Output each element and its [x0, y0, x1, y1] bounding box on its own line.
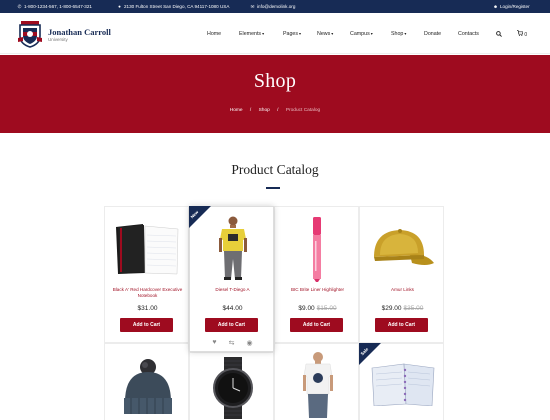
product-name-link[interactable]: Diesel T-Diego A — [194, 287, 271, 293]
mail-icon: ✉ — [250, 3, 255, 9]
smartwatch-image[interactable] — [206, 357, 260, 419]
cart-icon — [517, 30, 524, 36]
breadcrumb-separator: / — [277, 108, 279, 113]
section-title: Product Catalog — [231, 162, 319, 177]
email-info[interactable]: ✉ info@demolink.org — [250, 3, 296, 9]
university-crest-logo[interactable] — [17, 20, 43, 48]
new-badge: New — [189, 206, 211, 228]
brand-subtitle: University — [48, 37, 68, 42]
chevron-down-icon: ▾ — [370, 31, 373, 36]
compare-arrows-icon[interactable]: ⇆ — [229, 339, 235, 347]
nav-news-label: News — [317, 31, 331, 37]
price-current: $31.00 — [137, 305, 158, 312]
product-card[interactable] — [274, 343, 359, 420]
cart-button[interactable]: 0 — [517, 30, 527, 38]
price-current: $9.00 — [298, 305, 315, 312]
product-card[interactable]: Amur Links $29.00 $35.00 Add to Cart — [359, 206, 444, 343]
price-current: $44.00 — [222, 305, 243, 312]
product-name-link[interactable]: Amur Links — [364, 287, 441, 293]
chevron-down-icon: ▾ — [404, 31, 407, 36]
nav-donate-label: Donate — [424, 31, 442, 37]
phone-icon: ✆ — [17, 3, 22, 9]
phone-text: 1-800-1234-567, 1-800-6547-321 — [24, 3, 92, 9]
sale-badge: Sale — [359, 343, 381, 365]
chevron-down-icon: ▾ — [331, 31, 334, 36]
product-card[interactable]: BIC Brite Liner Highlighter $9.00 $15.00 … — [274, 206, 359, 343]
product-card[interactable] — [104, 343, 189, 420]
phone-info: ✆ 1-800-1234-567, 1-800-6547-321 — [17, 4, 92, 9]
email-link[interactable]: info@demolink.org — [257, 4, 295, 9]
nav-news[interactable]: News▾ — [317, 31, 333, 37]
t-shirt-model-image[interactable] — [217, 215, 249, 281]
address-info: ● 2130 Fulton Street San Diego, CA 94117… — [117, 4, 229, 9]
product-grid: Black A' Red Hardcover Executive Noteboo… — [104, 206, 444, 420]
address-text: 2130 Fulton Street San Diego, CA 94117-1… — [124, 3, 230, 9]
add-to-cart-button[interactable]: Add to Cart — [375, 318, 428, 332]
white-t-shirt-model-image[interactable] — [302, 350, 334, 418]
quick-view-eye-icon[interactable]: ◉ — [246, 339, 252, 347]
highlighter-image[interactable] — [309, 215, 325, 283]
product-name-link[interactable]: Black A' Red Hardcover Executive Noteboo… — [109, 287, 186, 299]
product-price: $9.00 $15.00 — [275, 305, 360, 312]
price-old: $15.00 — [316, 305, 337, 312]
nav-shop-label: Shop — [391, 31, 404, 37]
login-register[interactable]: ☻ Login/Register — [493, 4, 530, 9]
nav-contacts[interactable]: Contacts — [458, 31, 479, 37]
product-actions: ♥ ⇆ ◉ — [190, 339, 275, 347]
breadcrumb: Home / Shop / Product Catalog — [0, 108, 550, 113]
product-card[interactable]: New Diesel T-Diego A $44.00 Add to Cart … — [189, 206, 274, 352]
add-to-cart-button[interactable]: Add to Cart — [290, 318, 343, 332]
chevron-down-icon: ▾ — [299, 31, 302, 36]
price-old: $35.00 — [403, 305, 424, 312]
heart-icon[interactable]: ♥ — [212, 339, 216, 347]
breadcrumb-separator: / — [249, 108, 252, 113]
spiral-notebook-image[interactable] — [370, 362, 436, 406]
product-card[interactable]: Sale — [359, 343, 444, 420]
breadcrumb-home[interactable]: Home — [230, 108, 243, 113]
product-price: $31.00 — [105, 305, 190, 312]
site-header: Jonathan Carroll University Home Element… — [0, 13, 550, 54]
nav-elements-label: Elements — [239, 31, 262, 37]
add-to-cart-button[interactable]: Add to Cart — [205, 318, 258, 332]
product-card[interactable]: Black A' Red Hardcover Executive Noteboo… — [104, 206, 189, 343]
gold-cap-image[interactable] — [370, 225, 436, 273]
add-to-cart-button[interactable]: Add to Cart — [120, 318, 173, 332]
beanie-hat-image[interactable] — [119, 358, 177, 418]
nav-pages-label: Pages — [283, 31, 299, 37]
nav-donate[interactable]: Donate — [424, 31, 441, 37]
breadcrumb-current: Product Catalog — [285, 108, 321, 113]
nav-campus[interactable]: Campus▾ — [350, 31, 373, 37]
nav-shop[interactable]: Shop▾ — [391, 31, 406, 37]
page-title: Shop — [253, 70, 297, 92]
price-current: $29.00 — [381, 305, 402, 312]
breadcrumb-shop[interactable]: Shop — [259, 108, 270, 113]
page-banner: Shop Home / Shop / Product Catalog — [0, 55, 550, 133]
location-pin-icon: ● — [118, 3, 121, 9]
login-link[interactable]: Login/Register — [500, 4, 530, 9]
top-bar: ✆ 1-800-1234-567, 1-800-6547-321 ● 2130 … — [0, 0, 550, 13]
product-card[interactable] — [189, 352, 274, 420]
product-price: $44.00 — [190, 305, 275, 312]
brand-name[interactable]: Jonathan Carroll — [48, 27, 111, 37]
chevron-down-icon: ▾ — [262, 31, 265, 36]
product-name-link[interactable]: BIC Brite Liner Highlighter — [279, 287, 356, 293]
product-price: $29.00 $35.00 — [360, 305, 445, 312]
nav-home-label: Home — [207, 31, 222, 37]
notebook-image[interactable] — [115, 223, 181, 275]
search-icon[interactable] — [496, 31, 502, 37]
nav-home[interactable]: Home — [207, 31, 221, 37]
user-icon: ☻ — [493, 3, 498, 9]
nav-campus-label: Campus — [350, 31, 370, 37]
nav-contacts-label: Contacts — [458, 31, 479, 37]
nav-elements[interactable]: Elements▾ — [239, 31, 264, 37]
title-underline — [266, 187, 280, 189]
cart-count: 0 — [524, 32, 528, 38]
nav-pages[interactable]: Pages▾ — [283, 31, 301, 37]
